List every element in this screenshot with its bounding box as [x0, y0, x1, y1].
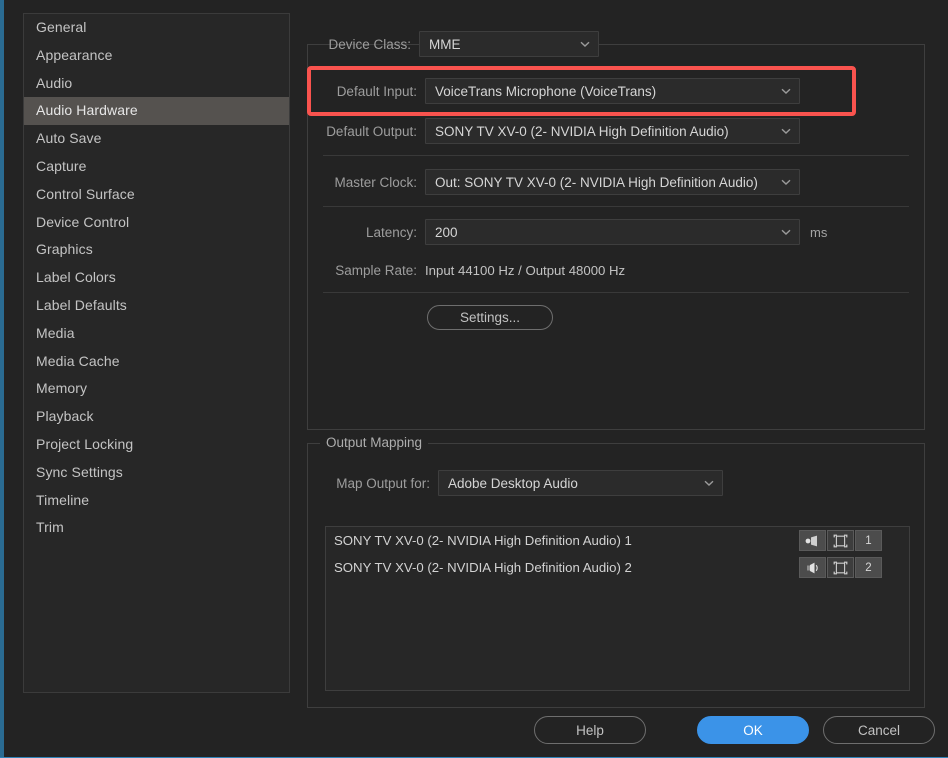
speaker-left-icon[interactable] — [799, 530, 826, 551]
map-output-label: Map Output for: — [308, 476, 438, 491]
output-row-controls: 1 — [799, 530, 883, 551]
device-class-value: MME — [429, 37, 572, 52]
device-class-label: Device Class: — [307, 37, 419, 52]
default-input-value: VoiceTrans Microphone (VoiceTrans) — [435, 84, 773, 99]
sidebar-item-capture[interactable]: Capture — [24, 153, 289, 181]
channel-number-button[interactable]: 2 — [855, 557, 882, 578]
dialog-body: GeneralAppearanceAudioAudio HardwareAuto… — [8, 0, 948, 758]
latency-value: 200 — [435, 225, 773, 240]
chevron-down-icon — [779, 84, 793, 98]
default-output-select[interactable]: SONY TV XV-0 (2- NVIDIA High Definition … — [425, 118, 800, 144]
master-clock-value: Out: SONY TV XV-0 (2- NVIDIA High Defini… — [435, 175, 773, 190]
map-output-select[interactable]: Adobe Desktop Audio — [438, 470, 723, 496]
latency-unit-label: ms — [810, 225, 827, 240]
latency-label: Latency: — [307, 225, 425, 240]
speaker-right-icon[interactable] — [799, 557, 826, 578]
divider-1 — [323, 155, 909, 156]
channel-frame-icon[interactable] — [827, 557, 854, 578]
settings-button[interactable]: Settings... — [427, 305, 553, 330]
output-mapping-row[interactable]: SONY TV XV-0 (2- NVIDIA High Definition … — [326, 527, 909, 554]
sidebar-item-general[interactable]: General — [24, 14, 289, 42]
divider-2 — [323, 206, 909, 207]
sidebar-item-media[interactable]: Media — [24, 320, 289, 348]
default-output-row: Default Output: SONY TV XV-0 (2- NVIDIA … — [307, 118, 925, 144]
chevron-down-icon — [779, 175, 793, 189]
chevron-down-icon — [779, 124, 793, 138]
output-row-controls: 2 — [799, 557, 883, 578]
chevron-down-icon — [578, 37, 592, 51]
master-clock-label: Master Clock: — [307, 175, 425, 190]
sidebar-item-sync-settings[interactable]: Sync Settings — [24, 459, 289, 487]
cancel-button[interactable]: Cancel — [823, 716, 935, 744]
latency-row: Latency: 200 ms — [307, 219, 925, 245]
sidebar-item-project-locking[interactable]: Project Locking — [24, 431, 289, 459]
chevron-down-icon — [702, 476, 716, 490]
sidebar-item-control-surface[interactable]: Control Surface — [24, 181, 289, 209]
output-mapping-row[interactable]: SONY TV XV-0 (2- NVIDIA High Definition … — [326, 554, 909, 581]
device-class-select[interactable]: MME — [419, 31, 599, 57]
sidebar-item-appearance[interactable]: Appearance — [24, 42, 289, 70]
master-clock-row: Master Clock: Out: SONY TV XV-0 (2- NVID… — [307, 169, 925, 195]
sidebar-item-playback[interactable]: Playback — [24, 403, 289, 431]
sidebar-item-media-cache[interactable]: Media Cache — [24, 348, 289, 376]
map-output-value: Adobe Desktop Audio — [448, 476, 696, 491]
divider-3 — [323, 292, 909, 293]
dialog-button-bar: Help OK Cancel — [307, 716, 933, 748]
latency-select[interactable]: 200 — [425, 219, 800, 245]
sidebar-item-timeline[interactable]: Timeline — [24, 487, 289, 515]
master-clock-select[interactable]: Out: SONY TV XV-0 (2- NVIDIA High Defini… — [425, 169, 800, 195]
sample-rate-row: Sample Rate: Input 44100 Hz / Output 480… — [307, 257, 925, 283]
audio-hardware-settings-pane: Device Class: MME Default Input: VoiceTr… — [307, 0, 933, 758]
preferences-category-sidebar[interactable]: GeneralAppearanceAudioAudio HardwareAuto… — [23, 13, 290, 693]
default-input-row: Default Input: VoiceTrans Microphone (Vo… — [307, 78, 925, 104]
sidebar-item-device-control[interactable]: Device Control — [24, 209, 289, 237]
sample-rate-value: Input 44100 Hz / Output 48000 Hz — [425, 263, 625, 278]
chevron-down-icon — [779, 225, 793, 239]
preferences-dialog-window: GeneralAppearanceAudioAudio HardwareAuto… — [0, 0, 948, 758]
sidebar-item-auto-save[interactable]: Auto Save — [24, 125, 289, 153]
default-output-label: Default Output: — [307, 124, 425, 139]
default-input-select[interactable]: VoiceTrans Microphone (VoiceTrans) — [425, 78, 800, 104]
ok-button[interactable]: OK — [697, 716, 809, 744]
output-mapping-list[interactable]: SONY TV XV-0 (2- NVIDIA High Definition … — [325, 526, 910, 691]
sidebar-item-audio[interactable]: Audio — [24, 70, 289, 98]
sidebar-item-graphics[interactable]: Graphics — [24, 236, 289, 264]
channel-number-button[interactable]: 1 — [855, 530, 882, 551]
output-device-name: SONY TV XV-0 (2- NVIDIA High Definition … — [334, 560, 632, 575]
sidebar-item-trim[interactable]: Trim — [24, 514, 289, 542]
output-mapping-title: Output Mapping — [320, 435, 428, 450]
sidebar-item-memory[interactable]: Memory — [24, 375, 289, 403]
default-input-label: Default Input: — [307, 84, 425, 99]
output-mapping-group: Output Mapping Map Output for: Adobe Des… — [307, 443, 925, 708]
channel-frame-icon[interactable] — [827, 530, 854, 551]
help-button[interactable]: Help — [534, 716, 646, 744]
device-class-row: Device Class: MME — [307, 30, 925, 58]
map-output-row: Map Output for: Adobe Desktop Audio — [308, 470, 908, 496]
sidebar-item-audio-hardware[interactable]: Audio Hardware — [24, 97, 289, 125]
sample-rate-label: Sample Rate: — [307, 263, 425, 278]
default-output-value: SONY TV XV-0 (2- NVIDIA High Definition … — [435, 124, 773, 139]
output-device-name: SONY TV XV-0 (2- NVIDIA High Definition … — [334, 533, 632, 548]
sidebar-item-label-colors[interactable]: Label Colors — [24, 264, 289, 292]
sidebar-item-label-defaults[interactable]: Label Defaults — [24, 292, 289, 320]
